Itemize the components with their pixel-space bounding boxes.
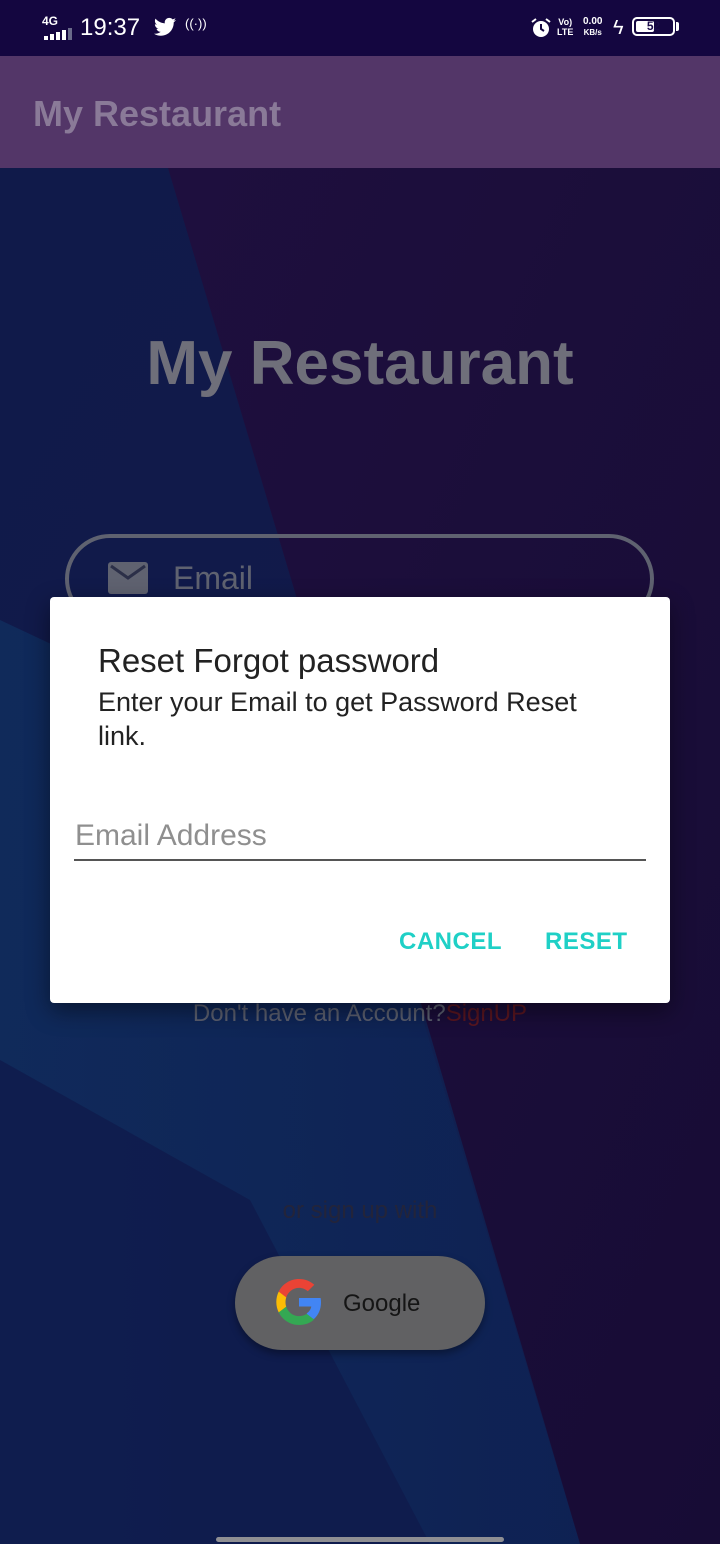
battery-tip [676, 22, 679, 31]
clock: 19:37 [80, 14, 141, 41]
reset-button[interactable]: RESET [545, 926, 628, 958]
reset-password-dialog: Reset Forgot password Enter your Email t… [50, 597, 670, 1003]
app-bar-title: My Restaurant [33, 93, 282, 134]
app-bar: My Restaurant [0, 56, 720, 168]
twitter-icon [154, 17, 176, 36]
battery-level: 52 [646, 19, 661, 33]
google-icon [276, 1279, 321, 1325]
account-text: Don't have an Account? [192, 1000, 446, 1027]
volte-indicator: Vo) LTE [557, 17, 574, 37]
status-bar: 4G 19:37 ((·)) Vo) LTE 0.00 KB/s ϟ 52 [0, 0, 720, 56]
cancel-button[interactable]: CANCEL [399, 926, 502, 958]
mail-icon [108, 562, 148, 594]
battery-icon: 52 [632, 17, 675, 36]
signal-icon [44, 28, 72, 40]
dialog-message: Enter your Email to get Password Reset l… [98, 687, 577, 751]
alarm-icon [531, 18, 551, 37]
charging-icon: ϟ [613, 17, 624, 39]
email-label: Email [173, 560, 254, 596]
network-type: 4G [42, 14, 59, 28]
email-address-field[interactable] [74, 813, 646, 861]
google-button-label: Google [343, 1290, 421, 1317]
navigation-handle[interactable] [216, 1537, 504, 1542]
dialog-title: Reset Forgot password [98, 642, 440, 679]
screen-title: My Restaurant [146, 329, 574, 398]
or-sign-up-text: or sign up with [282, 1197, 438, 1224]
network-speed: 0.00 KB/s [583, 16, 603, 37]
hotspot-icon: ((·)) [185, 16, 207, 31]
signup-link[interactable]: SignUP [446, 1000, 527, 1027]
